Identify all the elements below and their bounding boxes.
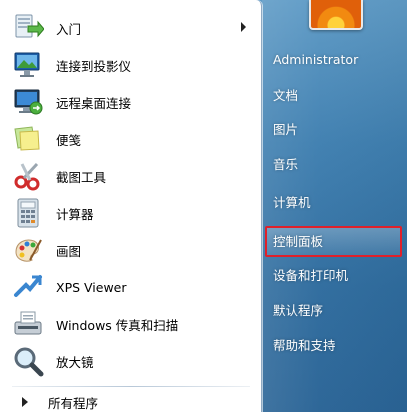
- menu-separator: [12, 386, 250, 387]
- link-help-and-support[interactable]: 帮助和支持: [273, 334, 399, 358]
- program-item-remote-desktop[interactable]: 远程桌面连接: [6, 84, 256, 120]
- program-item-fax-and-scan[interactable]: Windows 传真和扫描: [6, 306, 256, 342]
- link-devices-and-printers[interactable]: 设备和打印机: [273, 264, 399, 288]
- xps-viewer-icon: [12, 271, 44, 303]
- link-administrator[interactable]: Administrator: [273, 48, 399, 72]
- calculator-icon: [12, 197, 44, 229]
- projector-icon: [12, 49, 44, 81]
- program-item-sticky-notes[interactable]: 便笺: [6, 121, 256, 157]
- link-music[interactable]: 音乐: [273, 153, 399, 177]
- program-label: Windows 传真和扫描: [56, 317, 179, 333]
- program-item-snipping-tool[interactable]: 截图工具: [6, 158, 256, 194]
- link-documents[interactable]: 文档: [273, 84, 399, 108]
- program-item-paint[interactable]: 画图: [6, 232, 256, 268]
- expand-arrow-icon: [22, 397, 28, 407]
- program-label: 放大镜: [56, 354, 94, 370]
- submenu-arrow-icon: [241, 22, 246, 32]
- magnifier-icon: [12, 345, 44, 377]
- link-control-panel[interactable]: 控制面板: [273, 230, 399, 254]
- link-pictures[interactable]: 图片: [273, 118, 399, 142]
- program-label: 便笺: [56, 132, 82, 148]
- link-default-programs[interactable]: 默认程序: [273, 299, 399, 323]
- program-label: 截图工具: [56, 169, 107, 185]
- program-label: 计算器: [56, 206, 94, 222]
- remote-desktop-icon: [12, 86, 44, 118]
- program-item-getting-started[interactable]: 入门: [6, 10, 256, 46]
- getting-started-icon: [12, 12, 45, 44]
- all-programs-button[interactable]: 所有程序: [10, 392, 250, 412]
- sticky-notes-icon: [12, 123, 44, 155]
- program-item-projector[interactable]: 连接到投影仪: [6, 47, 256, 83]
- paint-icon: [12, 234, 44, 266]
- program-item-xps-viewer[interactable]: XPS Viewer: [6, 269, 256, 305]
- program-label: 连接到投影仪: [56, 58, 132, 74]
- all-programs-label: 所有程序: [48, 395, 99, 411]
- start-menu-programs-panel: 入门 连接到投影仪 远程桌面连接 便笺 截图工具 计算器 画图 XPS View…: [0, 0, 262, 412]
- program-label: 远程桌面连接: [56, 95, 132, 111]
- program-item-calculator[interactable]: 计算器: [6, 195, 256, 231]
- user-avatar[interactable]: [309, 0, 363, 30]
- fax-scan-icon: [12, 308, 44, 340]
- link-computer[interactable]: 计算机: [273, 191, 399, 215]
- program-item-magnifier[interactable]: 放大镜: [6, 343, 256, 379]
- program-label: 画图: [56, 243, 82, 259]
- program-label: XPS Viewer: [56, 279, 127, 295]
- program-label: 入门: [56, 21, 82, 37]
- snipping-tool-icon: [12, 160, 44, 192]
